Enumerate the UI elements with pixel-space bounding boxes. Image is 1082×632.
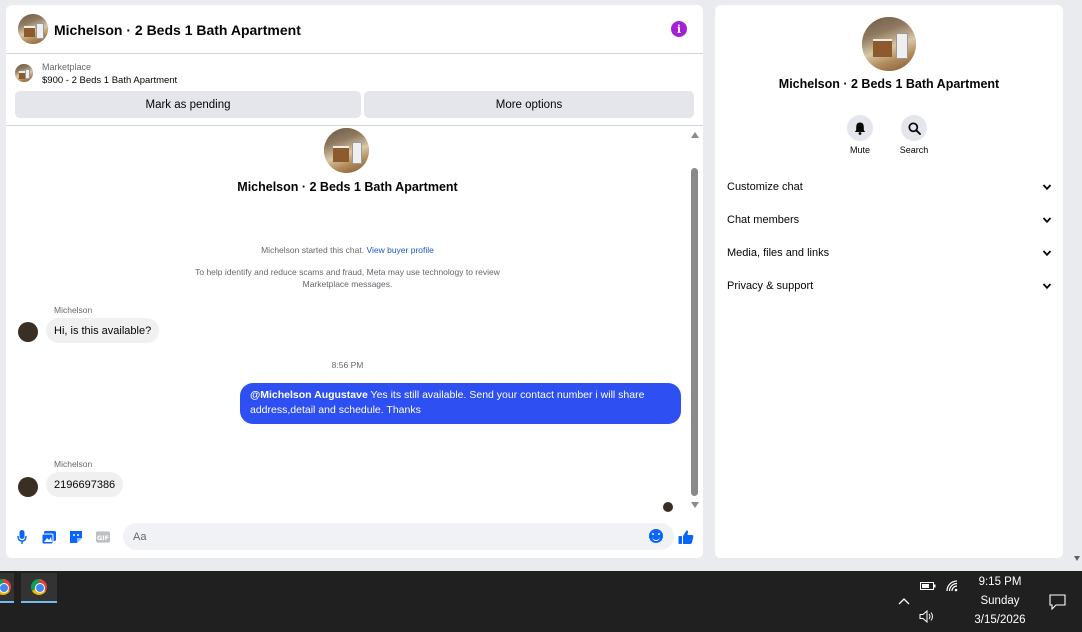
gif-icon[interactable]: GIF [96, 530, 110, 544]
scroll-up-arrow-icon[interactable] [691, 132, 699, 138]
message-input[interactable] [123, 523, 674, 550]
taskbar: 9:15 PM Sunday 3/15/2026 [0, 571, 1082, 632]
volume-icon[interactable] [919, 609, 935, 623]
sender-avatar[interactable] [18, 477, 38, 497]
mute-button[interactable] [847, 115, 873, 141]
mention[interactable]: @Michelson Augustave [250, 389, 368, 401]
page-scroll-down-icon[interactable] [1074, 556, 1080, 561]
chevron-down-icon [1042, 217, 1052, 224]
view-buyer-profile-link[interactable]: View buyer profile [366, 245, 433, 255]
photo-icon[interactable] [42, 530, 56, 544]
conversation-avatar[interactable] [324, 128, 369, 173]
taskbar-app-chrome-partial[interactable] [0, 573, 14, 603]
menu-privacy-support[interactable]: Privacy & support [727, 273, 1053, 299]
chrome-icon [0, 579, 11, 595]
svg-text:GIF: GIF [97, 534, 109, 542]
details-panel: Michelson · 2 Beds 1 Bath Apartment Mute… [715, 5, 1063, 558]
info-icon[interactable]: i [671, 21, 687, 37]
listing-thumbnail [15, 64, 33, 82]
message-composer: GIF [6, 520, 703, 554]
clock-date[interactable]: 3/15/2026 [965, 614, 1035, 626]
menu-label: Customize chat [727, 181, 803, 193]
outgoing-text-line-1: Yes its still available. Send your conta… [367, 389, 645, 401]
notifications-icon[interactable] [1048, 593, 1066, 610]
sender-name: Michelson [54, 459, 93, 469]
menu-label: Privacy & support [727, 280, 814, 292]
menu-customize-chat[interactable]: Customize chat [727, 174, 1053, 200]
chat-started-notice: Michelson started this chat. View buyer … [6, 244, 689, 256]
search-label: Search [899, 145, 929, 155]
chrome-icon [31, 579, 47, 595]
sender-avatar[interactable] [18, 322, 38, 342]
search-button[interactable] [901, 115, 927, 141]
mark-as-pending-button[interactable]: Mark as pending [15, 91, 361, 118]
clock-day[interactable]: Sunday [970, 595, 1030, 607]
safety-notice-line-2: Marketplace messages. [302, 279, 393, 289]
thumbs-up-icon[interactable] [678, 529, 694, 545]
chevron-down-icon [1042, 184, 1052, 191]
menu-chat-members[interactable]: Chat members [727, 207, 1053, 233]
sender-name: Michelson [54, 305, 93, 315]
bell-icon [854, 122, 866, 135]
chevron-down-icon [1042, 283, 1052, 290]
taskbar-app-chrome[interactable] [21, 573, 57, 603]
chat-started-text: Michelson started this chat. [261, 245, 365, 255]
incoming-message[interactable]: 2196697386 [46, 472, 124, 497]
battery-icon[interactable] [920, 580, 936, 592]
chat-header: Michelson · 2 Beds 1 Bath Apartment i [6, 5, 703, 54]
menu-label: Media, files and links [727, 247, 830, 259]
listing-label: Marketplace [42, 62, 92, 72]
toolbar-divider [6, 125, 703, 126]
search-icon [907, 121, 921, 135]
menu-label: Chat members [727, 214, 800, 226]
message-timestamp: 8:56 PM [331, 360, 364, 370]
emoji-icon[interactable] [649, 529, 663, 543]
chat-scrollbar[interactable] [690, 132, 699, 512]
wifi-icon[interactable] [945, 579, 959, 593]
sticker-icon[interactable] [69, 530, 83, 544]
conversation-title: Michelson · 2 Beds 1 Bath Apartment [237, 180, 458, 194]
details-avatar[interactable] [862, 17, 916, 71]
outgoing-message[interactable]: @Michelson Augustave Yes its still avail… [240, 383, 681, 424]
outgoing-text-line-2: address,detail and schedule. Thanks [250, 404, 421, 416]
chevron-down-icon [1042, 250, 1052, 257]
chat-panel: Michelson · 2 Beds 1 Bath Apartment i Ma… [6, 5, 703, 558]
scroll-down-arrow-icon[interactable] [691, 502, 699, 508]
mute-label: Mute [849, 145, 870, 155]
scroll-thumb[interactable] [691, 168, 698, 496]
details-title: Michelson · 2 Beds 1 Bath Apartment [778, 77, 1000, 91]
more-options-button[interactable]: More options [364, 91, 694, 118]
listing-price: $900 - 2 Beds 1 Bath Apartment [42, 75, 178, 86]
microphone-icon[interactable] [15, 530, 29, 544]
menu-media-files-links[interactable]: Media, files and links [727, 240, 1053, 266]
incoming-message[interactable]: Hi, is this available? [46, 318, 160, 343]
listing-avatar[interactable] [18, 14, 48, 44]
chat-header-title[interactable]: Michelson · 2 Beds 1 Bath Apartment [54, 22, 301, 38]
read-receipt-avatar [663, 502, 673, 512]
safety-notice-line-1: To help identify and reduce scams and fr… [195, 267, 500, 277]
listing-summary[interactable]: Marketplace $900 - 2 Beds 1 Bath Apartme… [6, 55, 703, 90]
clock-time[interactable]: 9:15 PM [970, 576, 1030, 588]
show-hidden-icons-chevron-icon[interactable] [897, 595, 911, 607]
